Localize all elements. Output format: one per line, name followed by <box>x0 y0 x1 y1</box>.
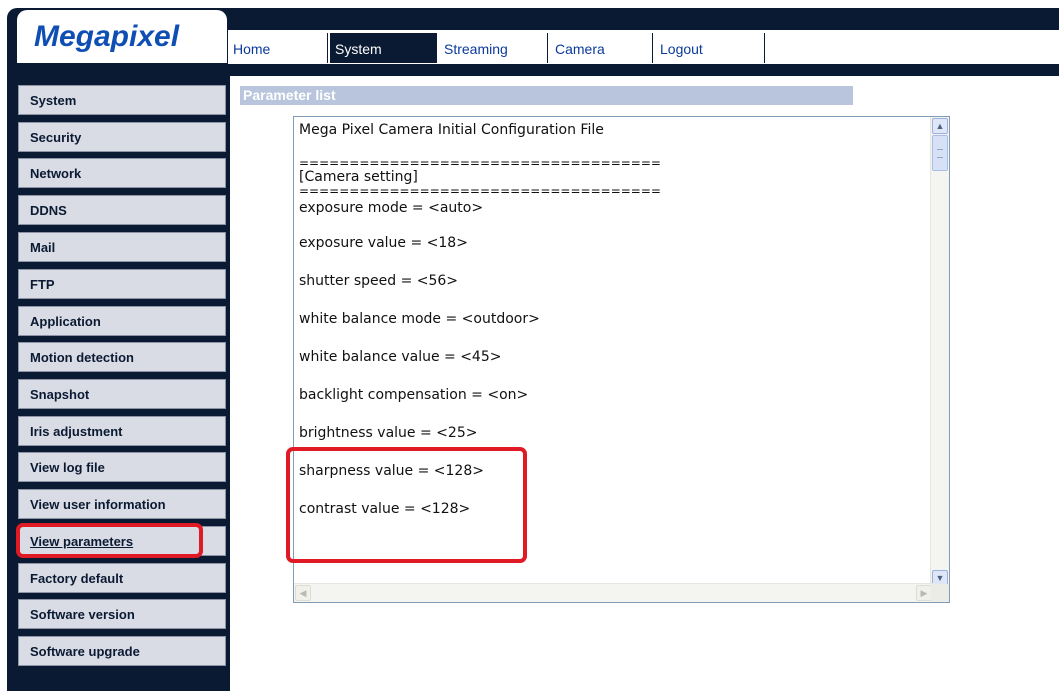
sidebar-item-motion-detection[interactable]: Motion detection <box>18 342 226 372</box>
param-line: exposure mode = <auto> <box>299 200 484 216</box>
sidebar-item-software-upgrade[interactable]: Software upgrade <box>18 636 226 666</box>
parameter-list-header: Parameter list <box>240 86 853 105</box>
param-line: exposure value = <18> <box>299 235 468 251</box>
param-separator: ==================================== <box>299 184 661 198</box>
param-line: white balance mode = <outdoor> <box>299 311 540 327</box>
scroll-thumb[interactable] <box>932 135 948 171</box>
sidebar-item-view-user-information[interactable]: View user information <box>18 489 226 519</box>
sidebar-item-mail[interactable]: Mail <box>18 232 226 262</box>
tab-system[interactable]: System <box>330 33 437 63</box>
param-line: brightness value = <25> <box>299 425 478 441</box>
sidebar-item-ddns[interactable]: DDNS <box>18 195 226 225</box>
scrollbar-corner <box>931 584 949 602</box>
tab-streaming[interactable]: Streaming <box>439 33 548 63</box>
sidebar-item-software-version[interactable]: Software version <box>18 599 226 629</box>
param-line: white balance value = <45> <box>299 349 502 365</box>
param-title: Mega Pixel Camera Initial Configuration … <box>299 122 604 138</box>
tab-camera[interactable]: Camera <box>550 33 653 63</box>
sidebar-item-iris-adjustment[interactable]: Iris adjustment <box>18 416 226 446</box>
main-content: Parameter list Mega Pixel Camera Initial… <box>230 76 1059 691</box>
scroll-left-icon[interactable]: ◀ <box>295 585 311 601</box>
sidebar-item-application[interactable]: Application <box>18 306 226 336</box>
parameter-list-text: Mega Pixel Camera Initial Configuration … <box>299 121 924 521</box>
param-line: backlight compensation = <on> <box>299 387 529 403</box>
tab-logout[interactable]: Logout <box>655 33 764 63</box>
sidebar-item-view-parameters[interactable]: View parameters <box>18 526 226 556</box>
tab-home[interactable]: Home <box>228 33 328 63</box>
param-line: shutter speed = <56> <box>299 273 459 289</box>
sidebar-item-network[interactable]: Network <box>18 158 226 188</box>
sidebar-item-view-log-file[interactable]: View log file <box>18 452 226 482</box>
sidebar-item-factory-default[interactable]: Factory default <box>18 563 226 593</box>
vertical-scrollbar[interactable]: ▲ ▼ <box>930 117 949 586</box>
horizontal-scrollbar[interactable]: ◀ ▶ <box>294 583 933 602</box>
param-line: contrast value = <128> <box>299 501 471 517</box>
param-line: sharpness value = <128> <box>299 463 484 479</box>
nav-spacer <box>764 33 1055 63</box>
sidebar-item-snapshot[interactable]: Snapshot <box>18 379 226 409</box>
logo: Megapixel <box>34 20 180 53</box>
sidebar-item-ftp[interactable]: FTP <box>18 269 226 299</box>
parameter-list-box[interactable]: Mega Pixel Camera Initial Configuration … <box>293 116 950 603</box>
sidebar-item-security[interactable]: Security <box>18 122 226 152</box>
scroll-right-icon[interactable]: ▶ <box>916 585 932 601</box>
scroll-up-icon[interactable]: ▲ <box>932 118 948 134</box>
top-navigation: Home System Streaming Camera Logout <box>228 28 1059 64</box>
param-separator: ==================================== <box>299 156 661 170</box>
sidebar-item-system[interactable]: System <box>18 85 226 115</box>
